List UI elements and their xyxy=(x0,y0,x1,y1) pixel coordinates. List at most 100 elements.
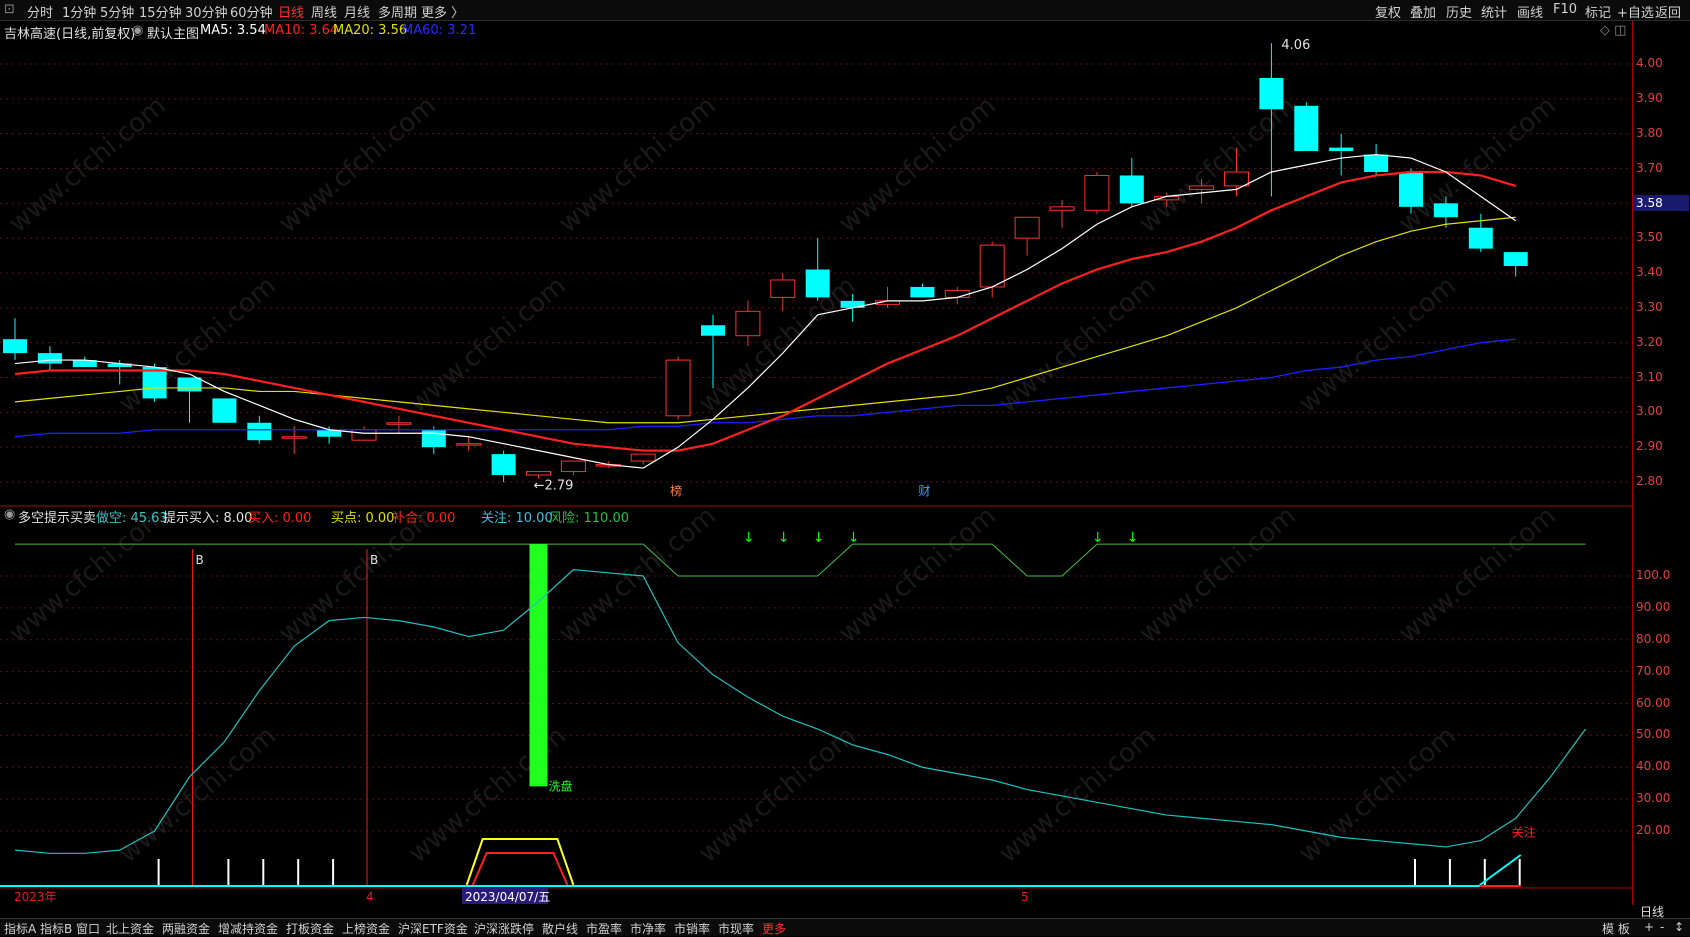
down-arrow-icon: ↓ xyxy=(813,530,825,546)
back-button[interactable]: 返回 xyxy=(1655,2,1681,21)
candle-body-down[interactable] xyxy=(142,367,167,399)
period-tab-30min[interactable]: 30分钟 xyxy=(185,2,228,21)
candle-body-down[interactable] xyxy=(1294,105,1319,152)
bottom-tab-15[interactable]: 更多 xyxy=(762,920,786,937)
bottom-tab-11[interactable]: 市盈率 xyxy=(586,920,622,937)
candle-body-down[interactable] xyxy=(247,422,272,441)
bottom-tab-1[interactable]: 指标B xyxy=(40,920,72,937)
candle-body-up[interactable] xyxy=(526,471,551,476)
candle-body-up[interactable] xyxy=(1084,174,1110,211)
bottom-tab-13[interactable]: 市销率 xyxy=(674,920,710,937)
indicator-tick-label: 70.00 xyxy=(1636,663,1671,678)
draw-button[interactable]: 画线 xyxy=(1517,2,1543,21)
indicator-tick-label: 60.00 xyxy=(1636,695,1671,710)
bottom-right-1[interactable]: + xyxy=(1644,920,1654,934)
zuokong-line xyxy=(14,569,1586,854)
bottom-tab-6[interactable]: 打板资金 xyxy=(286,920,334,937)
bottom-tab-10[interactable]: 散户线 xyxy=(542,920,578,937)
candle-body-down[interactable] xyxy=(840,300,865,308)
bottom-tab-0[interactable]: 指标A xyxy=(4,920,36,937)
candle-body-down[interactable] xyxy=(805,269,830,298)
bottom-tab-2[interactable]: 窗口 xyxy=(76,920,100,937)
f10-button[interactable]: F10 xyxy=(1553,2,1577,17)
period-tab-multi[interactable]: 多周期 xyxy=(378,2,417,21)
candle-body-down[interactable] xyxy=(701,325,725,336)
bottom-tab-8[interactable]: 沪深ETF资金 xyxy=(398,920,468,937)
candle-body-up[interactable] xyxy=(944,289,970,298)
candle-body-up[interactable] xyxy=(1189,185,1215,190)
period-tab-fenshi[interactable]: 分时 xyxy=(27,2,53,21)
risk-line xyxy=(15,543,1586,577)
candle-body-down[interactable] xyxy=(1364,154,1389,172)
bottom-tabbar: 指标A 指标B 窗口 北上资金 两融资金 增减持资金 打板资金 上榜资金 沪深ETF资金 沪深涨跌… xyxy=(0,918,1690,936)
candle-body-down[interactable] xyxy=(177,377,202,392)
indicator-tick-label: 100.0 xyxy=(1636,568,1671,582)
mark-button[interactable]: 标记 xyxy=(1585,2,1611,21)
guanzhu-label: 关注 xyxy=(1512,825,1536,840)
candle-body-up[interactable] xyxy=(1014,216,1040,239)
low-price-label: ←2.79 xyxy=(534,478,574,493)
candle-body-down[interactable] xyxy=(1503,252,1528,267)
trapezoid-red xyxy=(471,852,569,886)
bottom-tab-3[interactable]: 北上资金 xyxy=(106,920,154,937)
bottom-tab-7[interactable]: 上榜资金 xyxy=(342,920,390,937)
period-tab-week[interactable]: 周线 xyxy=(311,2,337,21)
candle-body-up[interactable] xyxy=(979,244,1005,288)
bottom-right-0[interactable]: 模 板 xyxy=(1602,920,1630,937)
bottom-tab-9[interactable]: 沪深涨跌停 xyxy=(474,920,534,937)
candle-body-up[interactable] xyxy=(351,429,377,441)
candle-body-down[interactable] xyxy=(37,353,62,364)
candle-body-up[interactable] xyxy=(386,422,412,425)
period-tab-15min[interactable]: 15分钟 xyxy=(139,2,182,21)
bottom-tab-14[interactable]: 市现率 xyxy=(718,920,754,937)
bottom-tab-12[interactable]: 市净率 xyxy=(630,920,666,937)
fuquan-button[interactable]: 复权 xyxy=(1375,2,1401,21)
candle-body-up[interactable] xyxy=(560,460,586,473)
period-tab-month[interactable]: 月线 xyxy=(344,2,370,21)
candle-body-down[interactable] xyxy=(3,339,27,354)
period-tab-5min[interactable]: 5分钟 xyxy=(100,2,134,21)
candle-body-down[interactable] xyxy=(1399,171,1423,207)
xipan-bar xyxy=(529,544,548,787)
period-tab-more[interactable]: 更多 〉 xyxy=(421,2,464,21)
add-watchlist-button[interactable]: +自选 xyxy=(1617,2,1654,21)
date-cursor-label: 2023/04/07/五 xyxy=(465,890,550,904)
top-toolbar: ⊡ 分时 1分钟 5分钟 15分钟 30分钟 60分钟 日线 周线 月线 多周期… xyxy=(0,0,1690,21)
candle-body-up[interactable] xyxy=(281,436,307,439)
period-tab-day[interactable]: 日线 xyxy=(278,2,304,21)
window-icon[interactable]: ⊡ xyxy=(4,2,15,17)
indicator-tick-label: 80.00 xyxy=(1636,631,1671,646)
candle-body-down[interactable] xyxy=(1329,147,1354,152)
candle-body-down[interactable] xyxy=(1119,175,1144,204)
candle-body-down[interactable] xyxy=(910,286,935,298)
period-tab-1min[interactable]: 1分钟 xyxy=(62,2,96,21)
candle-body-up[interactable] xyxy=(630,453,656,462)
stats-button[interactable]: 统计 xyxy=(1481,2,1507,21)
candle-body-down[interactable] xyxy=(1259,77,1284,110)
history-button[interactable]: 历史 xyxy=(1446,2,1472,21)
cai-marker: 财 xyxy=(918,484,930,498)
date-label-month4: 4 xyxy=(366,890,374,904)
candle-body-up[interactable] xyxy=(456,443,482,446)
overlay-button[interactable]: 叠加 xyxy=(1410,2,1436,21)
candle-body-up[interactable] xyxy=(1049,206,1075,211)
candle-body-down[interactable] xyxy=(1468,227,1493,249)
candle-body-down[interactable] xyxy=(212,398,237,423)
bottom-right-3[interactable]: ↕ xyxy=(1674,920,1684,934)
price-tick-label: 2.80 xyxy=(1636,474,1663,488)
bottom-right-2[interactable]: - xyxy=(1660,920,1664,934)
candle-body-down[interactable] xyxy=(491,454,516,476)
kline-chart[interactable]: 4.06 ←2.79 榜 财 ↓ ↓ ↓ ↓ ↓ ↓ B B 洗盘关注 2023年 4 2023/04/07/… xyxy=(0,21,1632,905)
bottom-tab-5[interactable]: 增减持资金 xyxy=(218,920,278,937)
candle-body-up[interactable] xyxy=(735,310,761,337)
candle-body-up[interactable] xyxy=(1224,171,1249,187)
candle-body-up[interactable] xyxy=(770,279,796,298)
date-label-2023: 2023年 xyxy=(14,890,57,904)
bottom-tab-4[interactable]: 两融资金 xyxy=(162,920,210,937)
guanzhu-rise-line xyxy=(1479,854,1522,886)
indicator-tick-label: 30.00 xyxy=(1636,791,1671,806)
period-tab-60min[interactable]: 60分钟 xyxy=(230,2,273,21)
candle-body-up[interactable] xyxy=(665,359,691,417)
candle-body-down[interactable] xyxy=(1433,203,1458,218)
candle-body-down[interactable] xyxy=(421,429,446,448)
